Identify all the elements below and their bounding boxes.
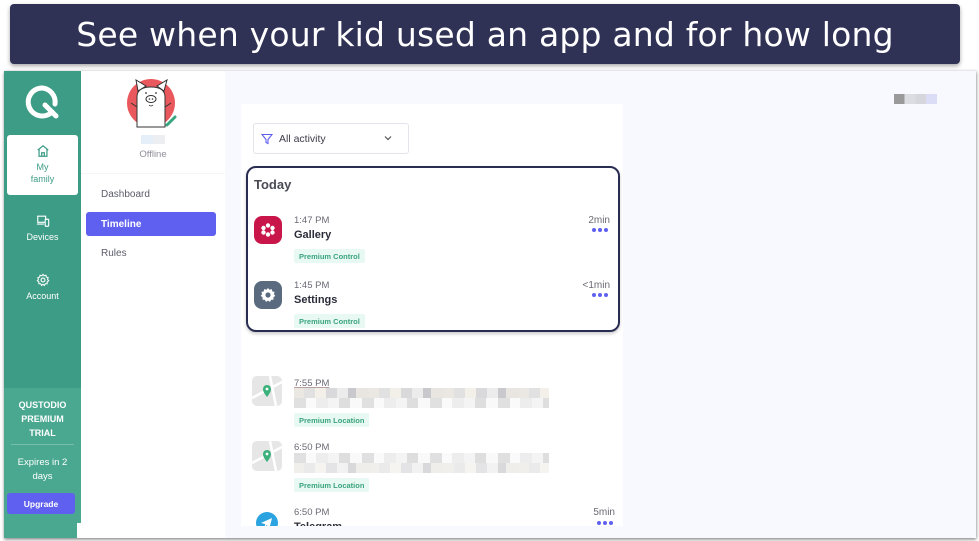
address-redacted [294,453,549,463]
profile-sidebar: Offline Dashboard Timeline Rules [81,71,225,538]
rail-item-label: Devices [26,232,59,242]
trial-expiry: Expires in 2 days [4,456,81,484]
filter-value: All activity [279,132,326,145]
nav-timeline[interactable]: Timeline [86,212,216,236]
trial-title-line: QUSTODIO [18,400,67,410]
trial-expiry-line: Expires in 2 [17,457,68,468]
account-menu-redacted[interactable] [894,94,937,104]
divider [81,173,225,174]
premium-trial-panel: QUSTODIO PREMIUM TRIAL Expires in 2 days… [4,388,81,538]
trial-title-line: PREMIUM [21,414,64,424]
address-redacted [294,388,549,398]
map-pin-icon [252,441,282,471]
home-icon [36,144,49,157]
gear-icon [36,273,49,287]
address-redacted [294,463,549,473]
entry-duration: 5min [593,507,615,518]
more-options-icon[interactable] [597,521,613,525]
timeline-panel: All activity Today 1:47 PM Gallery Premi… [241,104,623,538]
trial-expiry-line: days [32,471,53,482]
rail-item-account[interactable]: Account [7,273,78,302]
more-options-icon[interactable] [592,228,608,232]
settings-icon [254,281,282,309]
entry-time: 6:50 PM [294,507,330,518]
today-highlight-box: Today 1:47 PM Gallery Premium Control 2m… [246,166,620,332]
premium-badge: Premium Control [294,249,365,263]
entry-duration: 2min [588,215,610,226]
rail-item-devices[interactable]: Devices [7,214,78,243]
entry-app-name: Settings [294,294,338,306]
rail-item-my-family[interactable]: My family [7,135,78,195]
gallery-icon [254,216,282,244]
entry-time: 1:47 PM [294,215,330,226]
activity-filter-dropdown[interactable]: All activity [253,123,409,154]
nav-dashboard[interactable]: Dashboard [86,182,216,206]
page-bottom [225,526,976,538]
app-window: My family Devices Account QUSTODIO PREMI… [4,71,976,538]
rail-item-label: Account [26,291,59,301]
trial-title-line: TRIAL [29,428,56,438]
entry-time: 6:50 PM [294,442,330,453]
filter-icon [261,133,273,144]
section-title-today: Today [254,177,292,192]
chevron-down-icon [384,136,392,141]
map-pin-icon [252,376,282,406]
qustodio-logo-icon [25,85,59,119]
child-avatar[interactable] [125,77,181,133]
entry-duration: <1min [582,280,610,291]
child-name-redacted [141,135,165,144]
premium-badge: Premium Control [294,314,365,328]
device-status: Offline [139,149,167,160]
entry-app-name: Gallery [294,229,332,241]
entry-time: 1:45 PM [294,280,330,291]
rail-item-label: family [30,174,55,184]
upgrade-button[interactable]: Upgrade [7,493,75,514]
main-content: All activity Today 1:47 PM Gallery Premi… [225,71,976,538]
premium-badge: Premium Location [294,413,370,427]
devices-icon [36,215,49,227]
nav-rules[interactable]: Rules [86,241,216,265]
caption-banner: See when your kid used an app and for ho… [10,4,960,64]
primary-rail: My family Devices Account QUSTODIO PREMI… [4,71,81,538]
more-options-icon[interactable] [592,293,608,297]
rail-item-label: My [36,162,49,172]
premium-badge: Premium Location [294,478,370,492]
trial-title: QUSTODIO PREMIUM TRIAL [4,398,81,440]
address-redacted [294,398,549,408]
divider [11,444,74,445]
